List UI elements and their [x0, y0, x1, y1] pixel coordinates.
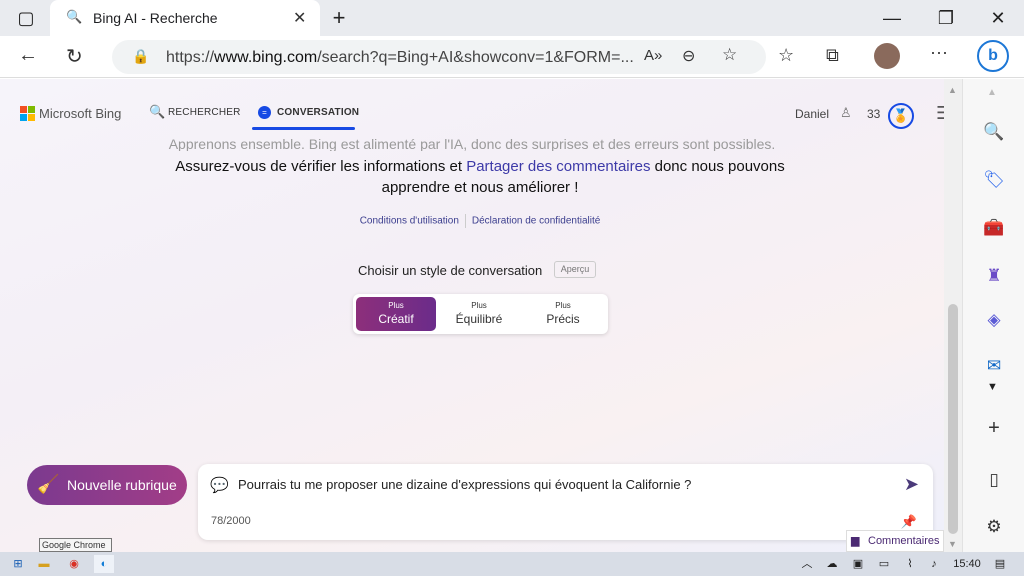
- send-icon[interactable]: ➤: [904, 474, 919, 495]
- sidebar-tools-icon[interactable]: 🧰: [981, 215, 1007, 241]
- lock-icon[interactable]: 🔒: [132, 48, 149, 65]
- privacy-link[interactable]: Déclaration de confidentialité: [472, 216, 600, 227]
- rewards-points[interactable]: 33: [867, 107, 880, 121]
- more-menu-icon[interactable]: ···: [930, 42, 948, 63]
- taskbar-tooltip: Google Chrome: [39, 538, 112, 552]
- clock-time[interactable]: 15:40: [952, 555, 982, 573]
- conversation-style-selector: Plus Créatif Plus Équilibré Plus Précis: [353, 294, 608, 334]
- tab-actions-icon[interactable]: ▢: [14, 6, 38, 30]
- profile-avatar[interactable]: [874, 43, 900, 69]
- security-icon[interactable]: ▣: [850, 555, 866, 573]
- collections-icon[interactable]: ⧉: [826, 45, 839, 66]
- tab-title: Bing AI - Recherche: [93, 10, 218, 26]
- user-name[interactable]: Daniel: [795, 107, 829, 121]
- favorites-icon[interactable]: ☆: [778, 45, 794, 66]
- feedback-icon: ▆: [851, 535, 860, 547]
- windows-start-icon[interactable]: ⊞: [10, 555, 26, 573]
- character-counter: 78/2000: [211, 515, 251, 527]
- sidebar-add-icon[interactable]: +: [981, 415, 1007, 441]
- close-tab-icon[interactable]: ✕: [293, 8, 306, 28]
- bing-header: Microsoft Bing 🔍 RECHERCHER = CONVERSATI…: [0, 79, 944, 131]
- tab-bar: ▢ 🔍 Bing AI - Recherche ✕ + — ❐ ✕: [0, 0, 1024, 36]
- keyboard-icon[interactable]: ▭: [876, 555, 892, 573]
- zoom-out-icon[interactable]: ⊖: [682, 46, 695, 66]
- sidebar-office-icon[interactable]: ◈: [981, 307, 1007, 333]
- sidebar-settings-icon[interactable]: ⚙: [981, 514, 1007, 540]
- sidebar-outlook-icon[interactable]: ✉: [981, 353, 1007, 379]
- style-creative-button[interactable]: Plus Créatif: [356, 297, 436, 331]
- brand-name[interactable]: Microsoft Bing: [39, 106, 121, 121]
- preview-badge: Aperçu: [554, 261, 596, 278]
- back-arrow-icon[interactable]: ←: [18, 44, 38, 67]
- read-aloud-icon[interactable]: A»: [644, 47, 662, 64]
- sidebar-panel-icon[interactable]: ▯: [981, 467, 1007, 493]
- file-explorer-icon[interactable]: ▬: [36, 555, 52, 573]
- wifi-icon[interactable]: ⌇: [902, 555, 918, 573]
- search-favicon-icon: 🔍: [66, 9, 83, 24]
- user-icon[interactable]: ♙: [840, 105, 852, 121]
- bing-chat-page: Microsoft Bing 🔍 RECHERCHER = CONVERSATI…: [0, 79, 944, 552]
- chat-bubble-icon: 💬: [210, 477, 229, 494]
- share-feedback-link[interactable]: Partager des commentaires: [466, 158, 650, 175]
- disclaimer-line: Apprenons ensemble. Bing est alimenté pa…: [168, 139, 776, 151]
- windows-taskbar: ⊞ ▬ ◉ ◐ ︿ ☁ ▣ ▭ ⌇ ♪ 15:40 ▤: [0, 552, 1024, 576]
- refresh-icon[interactable]: ↻: [66, 44, 83, 69]
- feedback-button[interactable]: ▆ Commentaires: [846, 530, 944, 552]
- minimize-button[interactable]: —: [880, 6, 904, 30]
- rewards-medal-icon[interactable]: 🏅: [888, 103, 914, 129]
- maximize-button[interactable]: ❐: [934, 6, 958, 30]
- cloud-icon[interactable]: ☁: [824, 555, 840, 573]
- broom-icon: 🧹: [37, 474, 60, 494]
- url-text[interactable]: https://www.bing.com/search?q=Bing+AI&sh…: [166, 49, 634, 67]
- style-selector-title: Choisir un style de conversation: [358, 263, 543, 278]
- edge-sidebar: ▲ 🔍 🏷 🧰 ♜ ◈ ✉ ▼ + ▯ ⚙: [962, 79, 1024, 552]
- tab-search[interactable]: RECHERCHER: [168, 107, 241, 118]
- sidebar-up-icon[interactable]: ▲: [987, 87, 997, 98]
- chat-input-box[interactable]: 💬 Pourrais tu me proposer une dizaine d'…: [198, 464, 933, 540]
- sidebar-shopping-icon[interactable]: 🏷: [981, 167, 1007, 193]
- scrollbar-thumb[interactable]: [948, 304, 958, 534]
- new-topic-button[interactable]: 🧹 Nouvelle rubrique: [27, 465, 187, 505]
- style-precise-button[interactable]: Plus Précis: [523, 297, 603, 331]
- close-window-button[interactable]: ✕: [986, 6, 1010, 30]
- new-tab-button[interactable]: +: [327, 6, 351, 30]
- scroll-down-icon[interactable]: ▼: [948, 539, 957, 549]
- sidebar-games-icon[interactable]: ♜: [981, 263, 1007, 289]
- edge-icon[interactable]: ◐: [94, 555, 114, 573]
- active-tab-indicator: [252, 127, 355, 130]
- notification-icon[interactable]: ▤: [992, 555, 1008, 573]
- chat-bubble-icon: =: [258, 106, 271, 119]
- pin-icon[interactable]: 📌: [901, 514, 917, 530]
- disclaimer-text: Assurez-vous de vérifier les information…: [175, 158, 785, 196]
- add-favorite-icon[interactable]: ☆: [722, 45, 737, 65]
- address-row: ← ↻ 🔒 https://www.bing.com/search?q=Bing…: [0, 36, 1024, 78]
- style-balanced-button[interactable]: Plus Équilibré: [439, 297, 519, 331]
- bing-discover-icon[interactable]: b: [977, 40, 1009, 72]
- sidebar-search-icon[interactable]: 🔍: [981, 119, 1007, 145]
- tab-conversation[interactable]: CONVERSATION: [277, 107, 359, 118]
- chat-input[interactable]: Pourrais tu me proposer une dizaine d'ex…: [238, 477, 691, 492]
- page-scrollbar[interactable]: ▲ ▼: [944, 79, 962, 552]
- chrome-icon[interactable]: ◉: [66, 555, 82, 573]
- browser-tab[interactable]: 🔍 Bing AI - Recherche ✕: [50, 0, 320, 36]
- terms-link[interactable]: Conditions d'utilisation: [360, 216, 459, 227]
- scroll-up-icon[interactable]: ▲: [948, 85, 957, 95]
- search-icon: 🔍: [149, 104, 166, 119]
- sidebar-more-icon[interactable]: ▼: [987, 381, 998, 393]
- volume-icon[interactable]: ♪: [926, 555, 942, 573]
- address-bar[interactable]: 🔒 https://www.bing.com/search?q=Bing+AI&…: [112, 40, 766, 74]
- tray-chevron-icon[interactable]: ︿: [800, 555, 814, 573]
- hamburger-menu-icon[interactable]: ☰: [936, 103, 944, 124]
- microsoft-logo-icon: [20, 106, 35, 121]
- legal-links: Conditions d'utilisation Déclaration de c…: [0, 214, 944, 228]
